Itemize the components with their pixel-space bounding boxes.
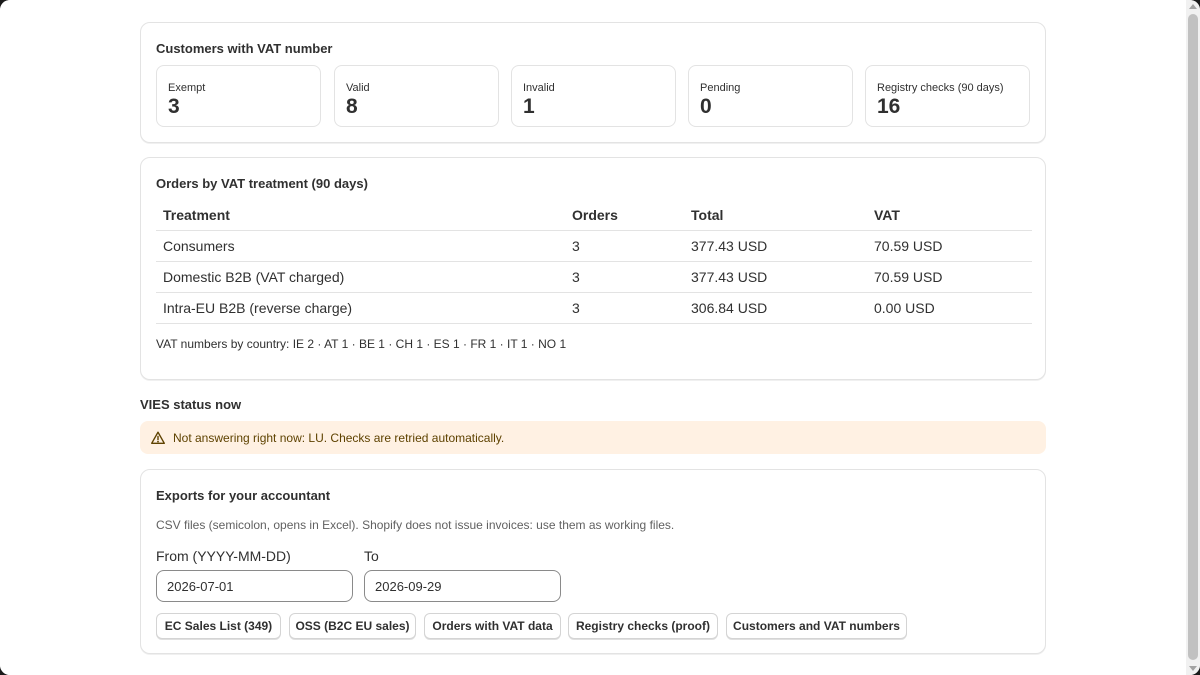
scroll-up-icon[interactable] xyxy=(1189,4,1197,9)
column-header: Orders xyxy=(565,199,684,231)
stat-label: Registry checks (90 days) xyxy=(877,82,1004,94)
stat-label: Pending xyxy=(700,82,741,94)
table-cell: Intra-EU B2B (reverse charge) xyxy=(156,292,565,324)
orders-card: Orders by VAT treatment (90 days) Treatm… xyxy=(140,157,1046,380)
table-cell: Domestic B2B (VAT charged) xyxy=(156,261,565,293)
stat-value: 3 xyxy=(168,95,180,118)
table-cell: 377.43 USD xyxy=(684,261,867,293)
customers-card-title: Customers with VAT number xyxy=(156,41,333,56)
table-cell: 377.43 USD xyxy=(684,230,867,262)
vies-warning-text: Not answering right now: LU. Checks are … xyxy=(173,431,505,445)
table-row: Consumers 3 377.43 USD 70.59 USD xyxy=(156,230,1032,262)
customers-card: Customers with VAT number Exempt 3 Valid… xyxy=(140,22,1046,143)
stat-label: Valid xyxy=(346,82,370,94)
scrollbar-thumb[interactable] xyxy=(1188,14,1198,660)
table-cell: 3 xyxy=(565,292,684,324)
vat-by-country-note: VAT numbers by country: IE 2 · AT 1 · BE… xyxy=(156,337,567,351)
exports-card: Exports for your accountant CSV files (s… xyxy=(140,469,1046,654)
from-date-input[interactable] xyxy=(156,570,353,602)
exports-card-title: Exports for your accountant xyxy=(156,488,331,503)
stat-exempt: Exempt 3 xyxy=(156,65,321,127)
registry-checks-export-button[interactable]: Registry checks (proof) xyxy=(568,613,718,639)
table-cell: 3 xyxy=(565,230,684,262)
orders-table: Treatment Orders Total VAT Consumers 3 3… xyxy=(156,199,1032,324)
ec-sales-list-button[interactable]: EC Sales List (349) xyxy=(156,613,281,639)
column-header: VAT xyxy=(867,199,1032,231)
stat-value: 8 xyxy=(346,95,358,118)
stat-value: 16 xyxy=(877,95,901,118)
oss-export-button[interactable]: OSS (B2C EU sales) xyxy=(289,613,416,639)
column-header: Treatment xyxy=(156,199,565,231)
table-cell: 306.84 USD xyxy=(684,292,867,324)
table-cell: 3 xyxy=(565,261,684,293)
page-content: Customers with VAT number Exempt 3 Valid… xyxy=(0,0,1186,675)
from-date-label: From (YYYY-MM-DD) xyxy=(156,548,291,564)
stat-valid: Valid 8 xyxy=(334,65,499,127)
app-window: Customers with VAT number Exempt 3 Valid… xyxy=(0,0,1200,675)
stat-registry-checks: Registry checks (90 days) 16 xyxy=(865,65,1030,127)
orders-card-title: Orders by VAT treatment (90 days) xyxy=(156,176,368,191)
scroll-down-icon[interactable] xyxy=(1189,666,1197,671)
stat-invalid: Invalid 1 xyxy=(511,65,676,127)
to-date-label: To xyxy=(364,548,379,564)
vies-warning-banner: Not answering right now: LU. Checks are … xyxy=(140,421,1046,454)
exports-description: CSV files (semicolon, opens in Excel). S… xyxy=(156,518,675,532)
stat-value: 0 xyxy=(700,95,712,118)
stat-pending: Pending 0 xyxy=(688,65,853,127)
to-date-input[interactable] xyxy=(364,570,561,602)
stat-label: Exempt xyxy=(168,82,206,94)
table-cell: 70.59 USD xyxy=(867,230,1032,262)
customers-vat-export-button[interactable]: Customers and VAT numbers xyxy=(726,613,907,639)
table-row: Domestic B2B (VAT charged) 3 377.43 USD … xyxy=(156,261,1032,293)
table-cell: 70.59 USD xyxy=(867,261,1032,293)
vies-status-heading: VIES status now xyxy=(140,397,242,412)
table-cell: 0.00 USD xyxy=(867,292,1032,324)
column-header: Total xyxy=(684,199,867,231)
warning-icon xyxy=(151,431,165,444)
vertical-scrollbar[interactable] xyxy=(1186,0,1200,675)
table-row: Intra-EU B2B (reverse charge) 3 306.84 U… xyxy=(156,292,1032,324)
stat-value: 1 xyxy=(523,95,535,118)
table-cell: Consumers xyxy=(156,230,565,262)
table-header-row: Treatment Orders Total VAT xyxy=(156,199,1032,231)
stat-label: Invalid xyxy=(523,82,555,94)
orders-vat-export-button[interactable]: Orders with VAT data xyxy=(424,613,561,639)
